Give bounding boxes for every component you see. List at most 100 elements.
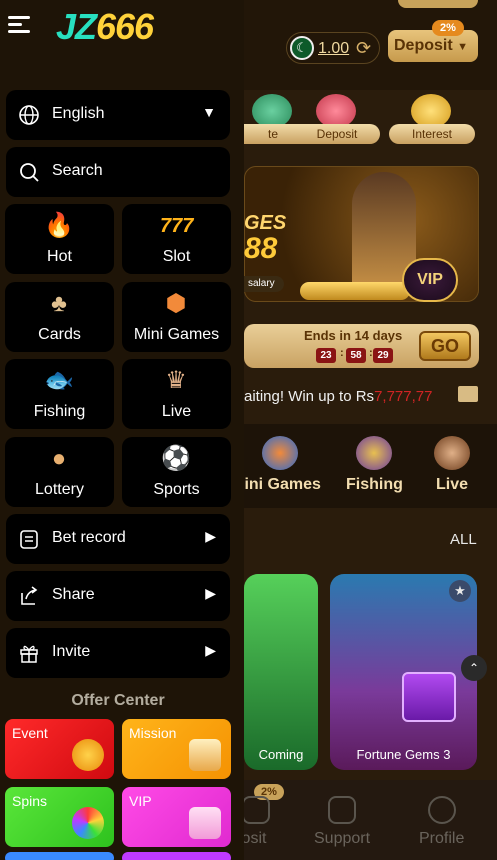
offer-label: Event	[12, 725, 48, 741]
quick-action-label: Interest	[389, 124, 475, 144]
top-pill[interactable]	[398, 0, 478, 8]
tile-label: Hot	[47, 248, 72, 265]
go-button[interactable]: GO	[419, 331, 471, 361]
sidebar-tile-slot[interactable]: 777 Slot	[122, 204, 231, 274]
language-label: English	[52, 105, 105, 122]
all-games-link[interactable]: ALL	[450, 531, 477, 548]
sidebar-item-invite[interactable]: Invite ▶	[6, 628, 230, 678]
menu-icon[interactable]	[8, 14, 30, 34]
sidebar-tile-fishing[interactable]: 🐟 Fishing	[5, 359, 114, 429]
slot-777-icon: 777	[160, 215, 194, 237]
fire-icon: 🔥	[44, 212, 74, 239]
offer-event[interactable]: Event	[5, 719, 114, 779]
share-icon	[21, 586, 38, 605]
sidebar-item-bet-record[interactable]: Bet record ▶	[6, 514, 230, 564]
logo: JZ666	[56, 6, 154, 48]
chevron-down-icon: ▼	[202, 104, 216, 120]
gift-icon	[20, 645, 38, 663]
marquee-message: aiting! Win up to Rs	[244, 388, 375, 405]
chevron-right-icon: ▶	[205, 528, 216, 544]
tile-label: Fishing	[33, 403, 86, 420]
profile-icon	[427, 796, 456, 824]
deposit-label: Deposit	[394, 37, 453, 54]
bottom-nav-label: Profile	[419, 830, 465, 847]
live-dealer-icon: ♛	[165, 367, 187, 394]
sidebar-item-share[interactable]: Share ▶	[6, 571, 230, 621]
logo-number: 666	[96, 6, 154, 47]
sidebar-tile-lottery[interactable]: ● Lottery	[5, 437, 114, 507]
tile-label: Live	[161, 403, 192, 420]
coins-image	[300, 282, 410, 300]
vip-badge: VIP	[402, 258, 458, 302]
star-icon[interactable]: ★	[449, 580, 471, 602]
category-label: Live	[435, 476, 468, 493]
sidebar-tile-mini-games[interactable]: ⬢ Mini Games	[122, 282, 231, 352]
marquee-amount: 7,777,77	[374, 388, 433, 405]
spin-wheel-icon	[72, 807, 104, 839]
sidebar-tile-live[interactable]: ♛ Live	[122, 359, 231, 429]
game-card[interactable]: ★ Fortune Gems 3	[330, 574, 477, 770]
offer-partial[interactable]	[122, 852, 231, 860]
offer-label: Spins	[12, 793, 48, 809]
live-icon	[434, 436, 470, 470]
chevron-right-icon: ▶	[205, 642, 216, 658]
category-mini-games[interactable]: lini Games	[240, 436, 321, 494]
sidebar-tile-hot[interactable]: 🔥 Hot	[5, 204, 114, 274]
mail-icon[interactable]	[458, 386, 478, 402]
fishing-icon	[356, 436, 393, 470]
search-row[interactable]: Search	[6, 147, 230, 197]
bet-record-label: Bet record	[52, 529, 126, 546]
pakistan-flag-icon: ☾	[290, 36, 314, 60]
sidebar-tile-cards[interactable]: ♣ Cards	[5, 282, 114, 352]
banner-salary-tag: salary	[244, 276, 284, 292]
mini-games-icon: ⬢	[165, 290, 187, 317]
headset-icon	[328, 796, 357, 824]
offer-vip[interactable]: VIP	[122, 787, 231, 847]
offer-label: Mission	[129, 725, 177, 741]
deposit-button[interactable]: Deposit ▼	[388, 30, 478, 62]
event-wheel-icon	[72, 739, 104, 771]
bottom-nav-support[interactable]: Support	[314, 796, 370, 848]
language-selector[interactable]: English ▼	[6, 90, 230, 140]
tile-label: Sports	[153, 481, 200, 498]
invite-label: Invite	[52, 643, 91, 660]
refresh-icon[interactable]: ⟳	[356, 38, 371, 59]
offer-label: VIP	[129, 793, 152, 809]
category-fishing[interactable]: Fishing	[346, 436, 403, 494]
soccer-ball-icon: ⚽	[161, 445, 191, 472]
marquee-text: aiting! Win up to Rs7,777,77	[244, 388, 432, 405]
offer-mission[interactable]: Mission	[122, 719, 231, 779]
search-icon	[20, 163, 39, 182]
event-ends-label: Ends in 14 days	[304, 328, 403, 343]
tile-label: Mini Games	[133, 326, 220, 343]
quick-action-deposit[interactable]: Deposit	[294, 94, 380, 150]
sidebar-drawer: JZ666 English ▼ Search 🔥 Hot 777 Slot ♣ …	[0, 0, 244, 860]
piggy-bank-icon	[411, 94, 451, 128]
quick-action-label: Deposit	[294, 124, 380, 144]
sidebar-tile-sports[interactable]: ⚽ Sports	[122, 437, 231, 507]
mini-games-icon	[262, 436, 299, 470]
chevron-right-icon: ▶	[205, 585, 216, 601]
balance-amount[interactable]: 1.00	[318, 40, 349, 58]
cards-icon: ♣	[51, 290, 67, 317]
fishing-icon: 🐟	[44, 367, 74, 394]
offer-partial[interactable]	[5, 852, 114, 860]
logo-jz: JZ	[56, 6, 97, 47]
timer-minutes: 58	[346, 348, 366, 363]
banner-number: 88	[244, 232, 278, 265]
timer-seconds: 29	[373, 348, 393, 363]
category-live[interactable]: Live	[434, 436, 470, 494]
rebate-icon	[252, 94, 292, 128]
scroll-to-top-button[interactable]: ⌃	[461, 655, 487, 681]
tile-label: Cards	[38, 326, 81, 343]
quick-action-interest[interactable]: Interest	[389, 94, 475, 150]
offer-spins[interactable]: Spins	[5, 787, 114, 847]
deposit-icon	[316, 94, 356, 128]
tile-label: Slot	[162, 248, 191, 265]
category-label: lini Games	[240, 476, 321, 493]
bottom-nav-label: Support	[314, 830, 371, 847]
gift-box-icon[interactable]	[402, 672, 456, 722]
bottom-nav-profile[interactable]: Profile	[419, 796, 464, 848]
deposit-icon	[242, 796, 270, 824]
game-card[interactable]: Coming	[244, 574, 318, 770]
